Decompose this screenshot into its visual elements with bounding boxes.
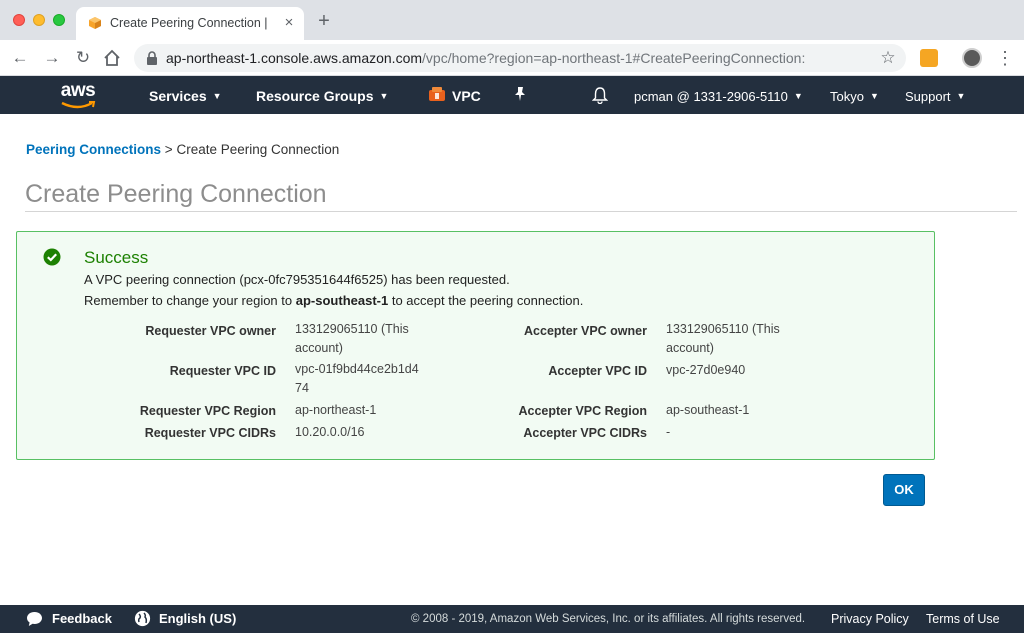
chevron-down-icon: ▼ <box>793 91 803 101</box>
aws-top-nav: aws Services ▼ Resource Groups ▼ VPC pcman… <box>0 76 1024 114</box>
aws-logo[interactable]: aws <box>56 80 100 110</box>
requester-region-label: Requester VPC Region <box>139 404 276 418</box>
back-icon[interactable]: ← <box>9 47 31 69</box>
reload-icon[interactable]: ↻ <box>72 47 94 69</box>
browser-titlebar: Create Peering Connection | VPC Manageme… <box>0 0 1024 40</box>
console-footer: Feedback English (US) © 2008 - 2019, Ama… <box>0 605 1024 633</box>
privacy-policy-link[interactable]: Privacy Policy <box>831 611 909 627</box>
extension-icon[interactable] <box>920 49 938 67</box>
chat-bubble-icon <box>27 612 42 626</box>
accepter-cidrs-label: Accepter VPC CIDRs <box>523 426 647 440</box>
aws-cube-icon <box>89 17 101 29</box>
tab-title: Create Peering Connection | VPC Manageme… <box>110 16 270 30</box>
accepter-region-value: ap-southeast-1 <box>666 403 750 417</box>
resource-groups-menu[interactable]: Resource Groups ▼ <box>256 87 388 105</box>
feedback-link[interactable]: Feedback <box>52 611 112 627</box>
services-menu[interactable]: Services ▼ <box>149 87 222 105</box>
browser-tab[interactable]: Create Peering Connection | VPC Manageme… <box>76 7 304 40</box>
page-title: Create Peering Connection <box>25 180 327 208</box>
region-reminder-suffix: to accept the peering connection. <box>391 293 584 308</box>
support-menu[interactable]: Support ▼ <box>905 87 965 105</box>
check-circle-icon <box>43 248 61 266</box>
url-host: ap-northeast-1.console.aws.amazon.com <box>166 50 423 66</box>
browser-toolbar: ← → ↻ ap-northeast-1.console.aws.amazon.… <box>0 40 1024 76</box>
requester-owner-value: 133129065110 (This account) <box>295 322 409 355</box>
chevron-down-icon: ▼ <box>869 91 879 101</box>
success-alert: Success A VPC peering connection (pcx-0f… <box>16 231 935 460</box>
forward-icon[interactable]: → <box>41 47 63 69</box>
chevron-down-icon: ▼ <box>956 91 966 101</box>
profile-icon[interactable] <box>962 48 982 68</box>
region-reminder-region: ap-southeast-1 <box>295 293 389 308</box>
breadcrumb-current: Create Peering Connection <box>176 142 340 157</box>
vpc-shortcut[interactable]: VPC <box>452 87 481 105</box>
url-path: /vpc/home?region=ap-northeast-1#CreatePe… <box>422 50 806 66</box>
success-message: A VPC peering connection (pcx-0fc7953516… <box>84 272 510 287</box>
star-icon[interactable]: ☆ <box>878 48 898 68</box>
success-title: Success <box>84 248 149 267</box>
services-label: Services <box>149 88 207 104</box>
chevron-down-icon: ▼ <box>379 91 389 101</box>
aws-smile-icon <box>61 101 96 109</box>
support-label: Support <box>905 89 951 104</box>
new-tab-button[interactable]: + <box>314 11 334 31</box>
breadcrumb: Peering Connections > Create Peering Con… <box>26 142 339 157</box>
requester-region-value: ap-northeast-1 <box>295 403 377 417</box>
close-tab-icon[interactable]: × <box>281 15 297 31</box>
accepter-id-value: vpc-27d0e940 <box>666 363 746 377</box>
region-reminder-prefix: Remember to change your region to <box>84 293 293 308</box>
lock-icon <box>147 51 157 65</box>
requester-cidrs-value: 10.20.0.0/16 <box>295 425 365 439</box>
accepter-id-label: Accepter VPC ID <box>548 364 647 378</box>
language-selector[interactable]: English (US) <box>159 611 236 627</box>
pin-icon[interactable] <box>512 86 528 102</box>
bell-icon[interactable] <box>592 86 608 104</box>
resource-groups-label: Resource Groups <box>256 88 374 104</box>
address-bar[interactable]: ap-northeast-1.console.aws.amazon.com/vp… <box>134 44 906 72</box>
region-menu[interactable]: Tokyo ▼ <box>830 87 879 105</box>
accepter-region-label: Accepter VPC Region <box>518 404 647 418</box>
requester-id-value: vpc-01f9bd44ce2b1d474 <box>295 362 419 395</box>
region-reminder: Remember to change your region to ap-sou… <box>84 293 583 308</box>
accepter-cidrs-value: - <box>666 425 671 439</box>
ok-button[interactable]: OK <box>883 474 925 506</box>
close-window-icon[interactable] <box>13 14 25 26</box>
aws-logo-text: aws <box>60 80 96 101</box>
chevron-down-icon: ▼ <box>212 91 222 101</box>
accepter-owner-value: 133129065110 (This account) <box>666 322 780 355</box>
breadcrumb-link-peering-connections[interactable]: Peering Connections <box>26 142 161 157</box>
breadcrumb-separator: > <box>164 142 173 157</box>
copyright-text: © 2008 - 2019, Amazon Web Services, Inc.… <box>411 613 806 625</box>
title-divider <box>25 211 1017 212</box>
maximize-window-icon[interactable] <box>53 14 65 26</box>
requester-owner-label: Requester VPC owner <box>145 324 276 338</box>
region-label: Tokyo <box>830 89 864 104</box>
vpc-service-icon[interactable] <box>428 86 446 104</box>
requester-cidrs-label: Requester VPC CIDRs <box>144 426 276 440</box>
account-label: pcman @ 1331-2906-5110 <box>634 89 788 104</box>
vpc-label: VPC <box>452 88 481 104</box>
accepter-owner-label: Accepter VPC owner <box>524 324 647 338</box>
terms-of-use-link[interactable]: Terms of Use <box>926 611 1000 627</box>
account-menu[interactable]: pcman @ 1331-2906-5110 ▼ <box>634 87 803 105</box>
globe-icon <box>134 610 151 627</box>
kebab-menu-icon[interactable]: ⋮ <box>996 47 1014 69</box>
url-text[interactable]: ap-northeast-1.console.aws.amazon.com/vp… <box>166 50 866 66</box>
minimize-window-icon[interactable] <box>33 14 45 26</box>
home-icon[interactable] <box>102 48 122 68</box>
requester-id-label: Requester VPC ID <box>169 364 276 378</box>
